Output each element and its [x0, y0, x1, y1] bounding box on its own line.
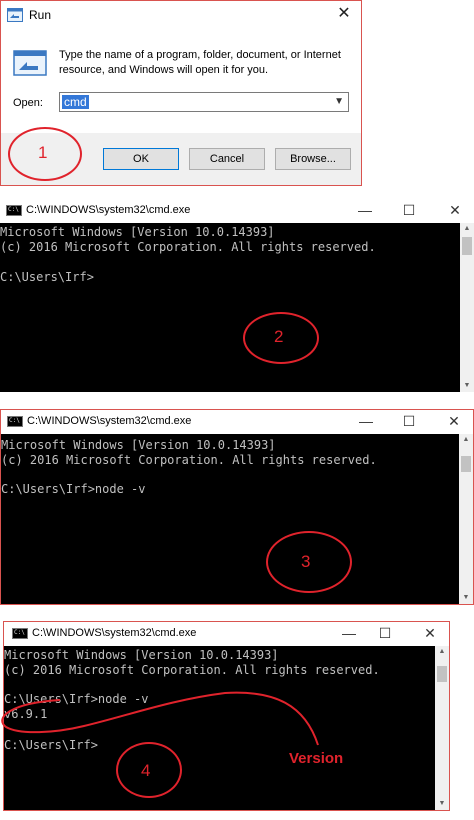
scrollbar[interactable]: ▲ ▼: [459, 434, 473, 604]
console-command: C:\Users\Irf>node -v: [4, 692, 149, 706]
scroll-up-icon[interactable]: ▲: [435, 646, 449, 658]
console-line: Microsoft Windows [Version 10.0.14393]: [1, 438, 276, 452]
maximize-icon[interactable]: ☐: [399, 201, 419, 219]
cmd-title: C:\WINDOWS\system32\cmd.exe: [26, 204, 191, 216]
run-icon: [7, 8, 23, 22]
cmd-titlebar: C:\ C:\WINDOWS\system32\cmd.exe — ☐ ✕: [1, 410, 473, 434]
open-input[interactable]: cmd ▼: [59, 92, 349, 112]
cmd-window-3: C:\ C:\WINDOWS\system32\cmd.exe — ☐ ✕ Mi…: [3, 621, 450, 811]
scrollbar[interactable]: ▲ ▼: [460, 223, 474, 392]
scroll-down-icon[interactable]: ▼: [435, 798, 449, 810]
step-marker-1-label: 1: [38, 143, 48, 162]
close-icon[interactable]: ✕: [444, 412, 464, 430]
cmd-titlebar: C:\ C:\WINDOWS\system32\cmd.exe — ☐ ✕: [4, 622, 449, 646]
cmd-icon: C:\: [6, 205, 22, 216]
console-prompt: C:\Users\Irf>: [0, 270, 94, 284]
cmd-icon: C:\: [12, 628, 28, 639]
browse-button[interactable]: Browse...: [275, 148, 351, 170]
step-marker-3-label: 3: [301, 552, 311, 571]
open-input-value: cmd: [62, 95, 89, 109]
console-line: (c) 2016 Microsoft Corporation. All righ…: [0, 240, 376, 254]
cmd-title: C:\WINDOWS\system32\cmd.exe: [27, 415, 192, 427]
cmd-console[interactable]: Microsoft Windows [Version 10.0.14393] (…: [0, 223, 460, 392]
minimize-icon[interactable]: —: [356, 412, 376, 430]
console-line: Microsoft Windows [Version 10.0.14393]: [4, 648, 279, 662]
ok-button[interactable]: OK: [103, 148, 179, 170]
close-icon[interactable]: ✕: [335, 5, 353, 23]
console-version-output: v6.9.1: [4, 707, 48, 721]
cmd-console[interactable]: Microsoft Windows [Version 10.0.14393] (…: [4, 646, 435, 810]
cmd-title: C:\WINDOWS\system32\cmd.exe: [32, 627, 197, 639]
scroll-thumb[interactable]: [461, 456, 471, 472]
run-description: Type the name of a program, folder, docu…: [59, 49, 341, 76]
cancel-button[interactable]: Cancel: [189, 148, 265, 170]
cmd-icon: C:\: [7, 416, 23, 427]
step-marker-2-label: 2: [274, 327, 284, 346]
console-prompt: C:\Users\Irf>: [4, 738, 98, 752]
scroll-thumb[interactable]: [437, 666, 447, 682]
version-label: Version: [289, 750, 344, 767]
console-line: (c) 2016 Microsoft Corporation. All righ…: [1, 453, 377, 467]
scroll-down-icon[interactable]: ▼: [459, 592, 473, 604]
scroll-thumb[interactable]: [462, 237, 472, 255]
run-app-icon: [13, 50, 47, 76]
close-icon[interactable]: ✕: [420, 624, 440, 642]
cmd-window-2: C:\ C:\WINDOWS\system32\cmd.exe — ☐ ✕ Mi…: [0, 409, 474, 605]
run-titlebar: Run ✕: [1, 1, 361, 31]
maximize-icon[interactable]: ☐: [375, 624, 395, 642]
chevron-down-icon[interactable]: ▼: [334, 96, 344, 107]
run-title: Run: [29, 8, 52, 22]
open-label: Open:: [13, 97, 43, 109]
scroll-down-icon[interactable]: ▼: [460, 380, 474, 392]
cmd-console[interactable]: Microsoft Windows [Version 10.0.14393] (…: [1, 434, 459, 604]
minimize-icon[interactable]: —: [339, 624, 359, 642]
cmd-titlebar: C:\ C:\WINDOWS\system32\cmd.exe — ☐ ✕: [0, 199, 474, 223]
console-line: (c) 2016 Microsoft Corporation. All righ…: [4, 663, 380, 677]
maximize-icon[interactable]: ☐: [399, 412, 419, 430]
cmd-window-1: C:\ C:\WINDOWS\system32\cmd.exe — ☐ ✕ Mi…: [0, 199, 474, 392]
console-line: Microsoft Windows [Version 10.0.14393]: [0, 225, 275, 239]
minimize-icon[interactable]: —: [355, 201, 375, 219]
scrollbar[interactable]: ▲ ▼: [435, 646, 449, 810]
scroll-up-icon[interactable]: ▲: [460, 223, 474, 235]
console-command: C:\Users\Irf>node -v: [1, 482, 146, 496]
scroll-up-icon[interactable]: ▲: [459, 434, 473, 446]
close-icon[interactable]: ✕: [445, 201, 465, 219]
step-marker-4-label: 4: [141, 761, 151, 780]
